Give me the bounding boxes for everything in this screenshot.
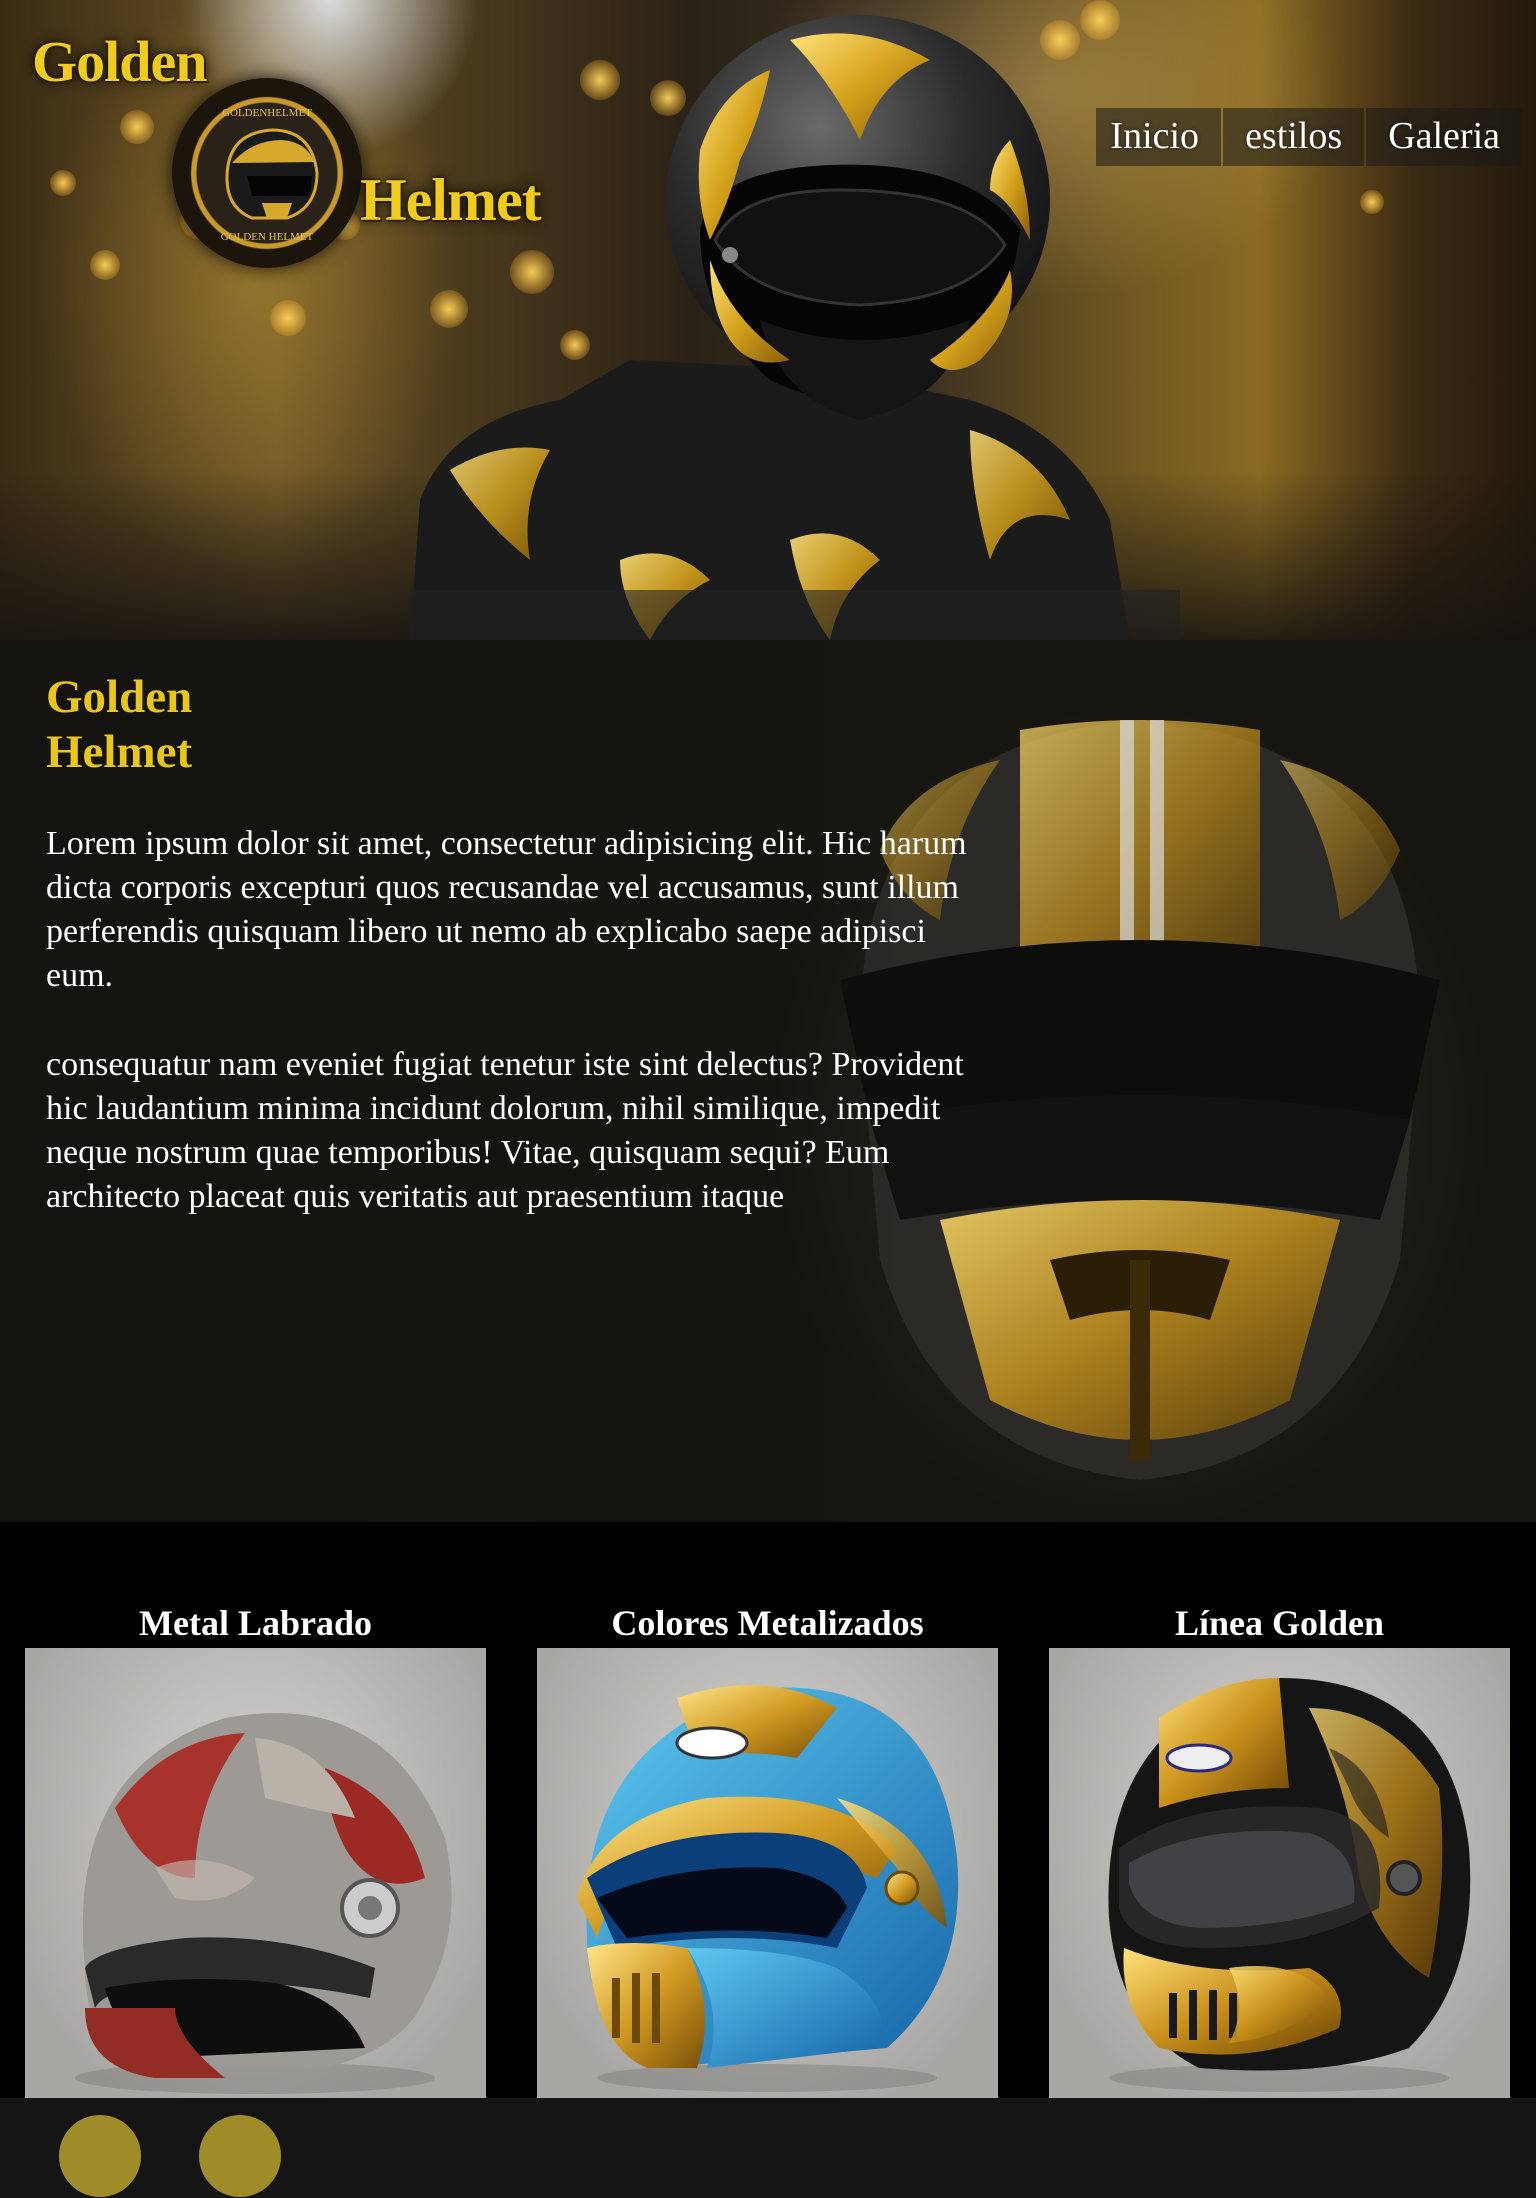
brand-logo[interactable]: GOLDENHELMET GOLDEN HELMET Golden Helmet — [30, 28, 570, 278]
card-title: Línea Golden — [1174, 1603, 1385, 1643]
helmet-badge-icon: GOLDENHELMET GOLDEN HELMET — [172, 78, 362, 268]
nav-item-galeria[interactable]: Galeria — [1366, 108, 1522, 166]
helmet-illustration — [1108, 1678, 1471, 2092]
about-title-line1: Golden — [46, 671, 193, 723]
nav-item-estilos[interactable]: estilos — [1223, 108, 1365, 166]
logo-word-golden: Golden — [32, 29, 207, 94]
card-title: Metal Labrado — [139, 1603, 372, 1643]
badge-text-bottom: GOLDEN HELMET — [221, 231, 314, 243]
about-title-line2: Helmet — [46, 726, 193, 778]
social-icon-1[interactable] — [59, 2115, 141, 2197]
bokeh-light — [1360, 190, 1384, 214]
site-footer — [0, 2098, 1536, 2198]
hero-banner: GOLDENHELMET GOLDEN HELMET Golden Helmet… — [0, 0, 1536, 640]
black-gold-fullface-helmet-image[interactable] — [1049, 1648, 1510, 2098]
social-icon-2[interactable] — [199, 2115, 281, 2197]
nav-item-inicio[interactable]: Inicio — [1096, 108, 1222, 166]
about-paragraph-1: Lorem ipsum dolor sit amet, consectetur … — [46, 825, 967, 994]
main-nav: Inicio estilos Galeria — [1096, 108, 1522, 166]
badge-helmet-icon: GOLDENHELMET GOLDEN HELMET — [221, 107, 319, 243]
helmet-illustration — [75, 1713, 452, 2094]
about-paragraph-2: consequatur nam eveniet fugiat tenetur i… — [46, 1046, 964, 1215]
logo-word-helmet: Helmet — [360, 167, 542, 233]
bokeh-light — [270, 300, 306, 336]
about-section: Golden Helmet Lorem ipsum dolor sit amet… — [0, 640, 1536, 1522]
blue-gold-fullface-helmet-image[interactable] — [537, 1648, 998, 2098]
card-title: Colores Metalizados — [611, 1603, 924, 1643]
helmet-illustration — [577, 1685, 959, 2092]
badge-text-top: GOLDENHELMET — [222, 107, 312, 119]
gallery-card-colores-metalizados[interactable]: Colores Metalizados — [537, 1598, 998, 2098]
about-title: Golden Helmet — [46, 670, 346, 780]
gallery-card-linea-golden[interactable]: Línea Golden — [1049, 1598, 1510, 2098]
gallery-section: Metal Labrado Colores Metalizados Línea … — [0, 1522, 1536, 2098]
engraved-silver-red-helmet-image[interactable] — [25, 1648, 486, 2098]
gallery-card-metal-labrado[interactable]: Metal Labrado — [25, 1598, 486, 2098]
